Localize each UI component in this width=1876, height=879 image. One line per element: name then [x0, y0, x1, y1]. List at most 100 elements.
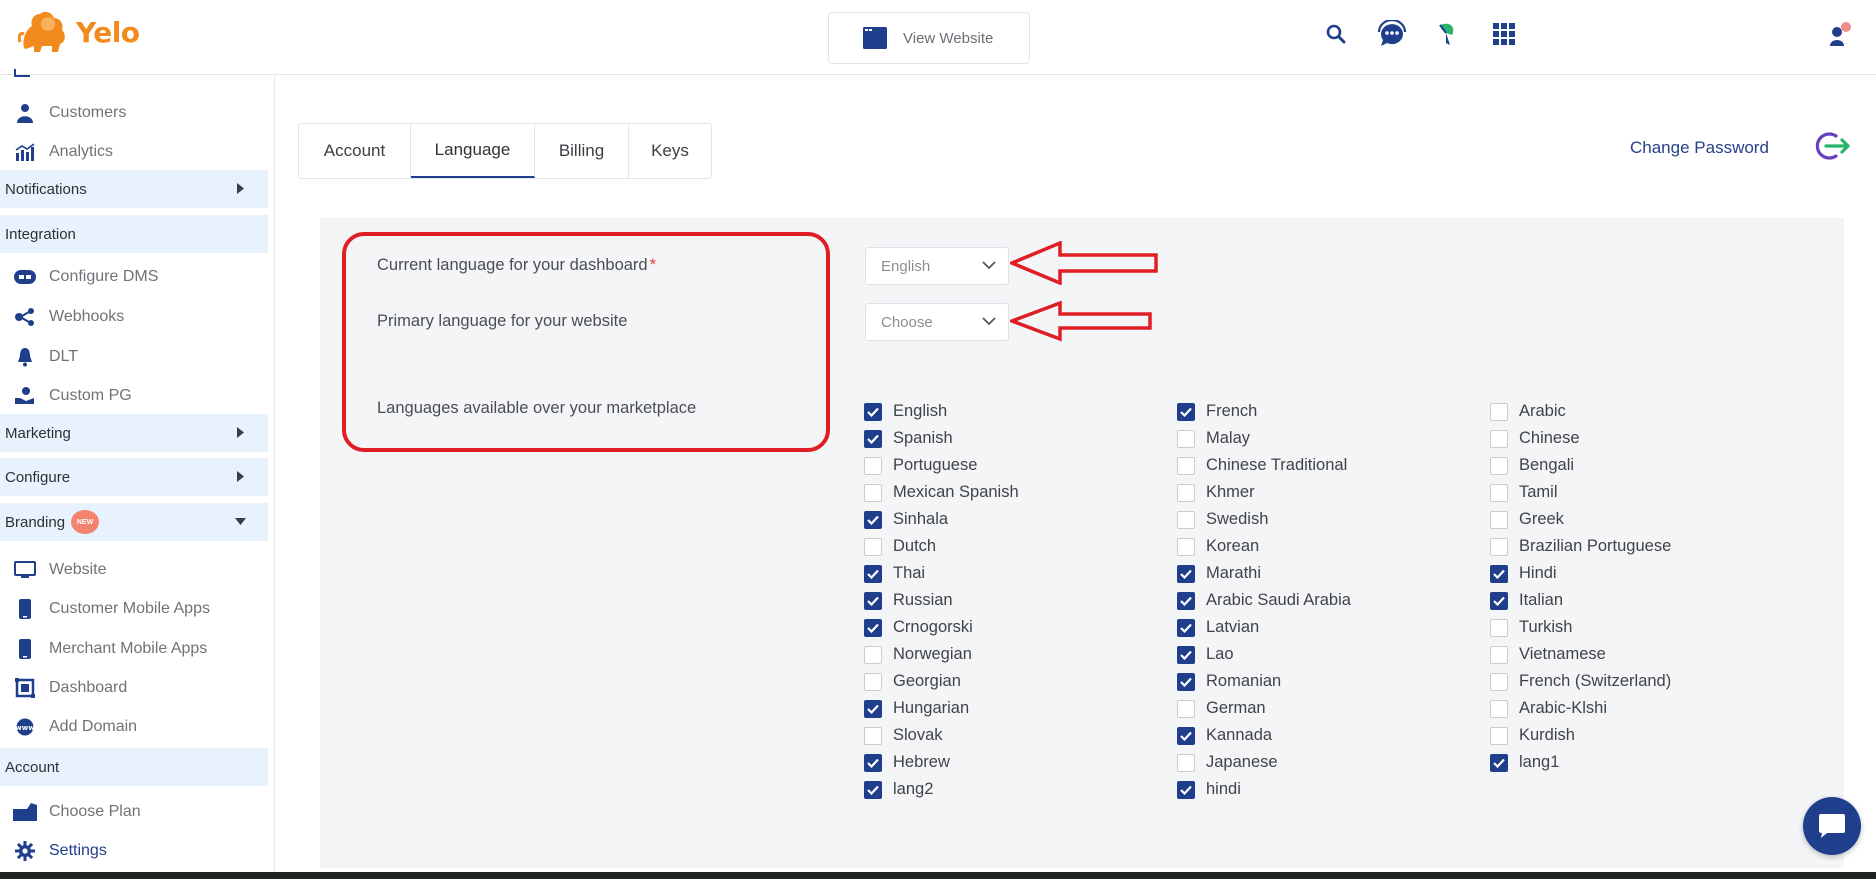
- sidebar-section-branding[interactable]: Branding NEW: [0, 503, 268, 541]
- sidebar-item-choose-plan[interactable]: Choose Plan: [0, 797, 270, 827]
- sidebar-section-notifications[interactable]: Notifications: [0, 170, 268, 208]
- language-checkbox-row[interactable]: Thai: [864, 560, 1019, 587]
- tab-language[interactable]: Language: [411, 124, 535, 178]
- language-checkbox-row[interactable]: Dutch: [864, 533, 1019, 560]
- checkbox-unchecked[interactable]: [1177, 483, 1195, 502]
- sidebar-item-dlt[interactable]: DLT: [0, 342, 270, 372]
- apps-grid-button[interactable]: [1488, 18, 1520, 50]
- language-checkbox-row[interactable]: Arabic-Klshi: [1490, 695, 1671, 722]
- language-checkbox-row[interactable]: Crnogorski: [864, 614, 1019, 641]
- checkbox-checked[interactable]: [864, 564, 882, 583]
- checkbox-checked[interactable]: [864, 510, 882, 529]
- language-checkbox-row[interactable]: Romanian: [1177, 668, 1351, 695]
- profile-button[interactable]: [1824, 18, 1856, 50]
- language-checkbox-row[interactable]: Hindi: [1490, 560, 1671, 587]
- sidebar-item-website[interactable]: Website: [0, 555, 270, 585]
- sidebar-section-marketing[interactable]: Marketing: [0, 414, 268, 452]
- language-checkbox-row[interactable]: French: [1177, 398, 1351, 425]
- language-checkbox-row[interactable]: Tamil: [1490, 479, 1671, 506]
- sidebar-section-configure[interactable]: Configure: [0, 458, 268, 496]
- language-checkbox-row[interactable]: Russian: [864, 587, 1019, 614]
- checkbox-unchecked[interactable]: [1177, 699, 1195, 718]
- language-checkbox-row[interactable]: Korean: [1177, 533, 1351, 560]
- checkbox-checked[interactable]: [864, 699, 882, 718]
- primary-language-select[interactable]: Choose: [865, 303, 1009, 341]
- growth-button[interactable]: [1431, 18, 1463, 50]
- language-checkbox-row[interactable]: Chinese Traditional: [1177, 452, 1351, 479]
- current-language-select[interactable]: English: [865, 247, 1009, 285]
- logout-button[interactable]: [1812, 130, 1852, 167]
- language-checkbox-row[interactable]: Slovak: [864, 722, 1019, 749]
- tab-keys[interactable]: Keys: [629, 124, 711, 178]
- checkbox-unchecked[interactable]: [1177, 537, 1195, 556]
- language-checkbox-row[interactable]: Norwegian: [864, 641, 1019, 668]
- sidebar-item-customers[interactable]: Customers: [0, 98, 270, 128]
- checkbox-unchecked[interactable]: [1490, 537, 1508, 556]
- checkbox-unchecked[interactable]: [1490, 510, 1508, 529]
- language-checkbox-row[interactable]: Kannada: [1177, 722, 1351, 749]
- language-checkbox-row[interactable]: French (Switzerland): [1490, 668, 1671, 695]
- checkbox-unchecked[interactable]: [864, 645, 882, 664]
- language-checkbox-row[interactable]: Brazilian Portuguese: [1490, 533, 1671, 560]
- language-checkbox-row[interactable]: Sinhala: [864, 506, 1019, 533]
- sidebar-item-customer-mobile-apps[interactable]: Customer Mobile Apps: [0, 594, 270, 624]
- checkbox-checked[interactable]: [1490, 564, 1508, 583]
- language-checkbox-row[interactable]: Bengali: [1490, 452, 1671, 479]
- language-checkbox-row[interactable]: German: [1177, 695, 1351, 722]
- checkbox-unchecked[interactable]: [864, 537, 882, 556]
- language-checkbox-row[interactable]: Khmer: [1177, 479, 1351, 506]
- language-checkbox-row[interactable]: Malay: [1177, 425, 1351, 452]
- language-checkbox-row[interactable]: Turkish: [1490, 614, 1671, 641]
- sidebar-section-account[interactable]: Account: [0, 748, 268, 786]
- checkbox-unchecked[interactable]: [1490, 402, 1508, 421]
- checkbox-checked[interactable]: [864, 753, 882, 772]
- checkbox-checked[interactable]: [1177, 645, 1195, 664]
- checkbox-unchecked[interactable]: [1177, 510, 1195, 529]
- language-checkbox-row[interactable]: Georgian: [864, 668, 1019, 695]
- checkbox-unchecked[interactable]: [864, 483, 882, 502]
- tab-billing[interactable]: Billing: [535, 124, 629, 178]
- language-checkbox-row[interactable]: Spanish: [864, 425, 1019, 452]
- checkbox-checked[interactable]: [1177, 564, 1195, 583]
- sidebar-item-analytics[interactable]: Analytics: [0, 137, 270, 167]
- checkbox-unchecked[interactable]: [1490, 672, 1508, 691]
- checkbox-checked[interactable]: [1177, 402, 1195, 421]
- search-button[interactable]: [1320, 18, 1352, 50]
- checkbox-unchecked[interactable]: [1490, 456, 1508, 475]
- checkbox-unchecked[interactable]: [1490, 483, 1508, 502]
- checkbox-checked[interactable]: [1177, 672, 1195, 691]
- sidebar-item-custom-pg[interactable]: Custom PG: [0, 381, 270, 411]
- tab-account[interactable]: Account: [299, 124, 411, 178]
- checkbox-unchecked[interactable]: [1177, 753, 1195, 772]
- language-checkbox-row[interactable]: Italian: [1490, 587, 1671, 614]
- language-checkbox-row[interactable]: Arabic: [1490, 398, 1671, 425]
- language-checkbox-row[interactable]: Hungarian: [864, 695, 1019, 722]
- checkbox-unchecked[interactable]: [1490, 618, 1508, 637]
- checkbox-unchecked[interactable]: [1490, 699, 1508, 718]
- language-checkbox-row[interactable]: Kurdish: [1490, 722, 1671, 749]
- checkbox-checked[interactable]: [1177, 726, 1195, 745]
- language-checkbox-row[interactable]: Arabic Saudi Arabia: [1177, 587, 1351, 614]
- checkbox-checked[interactable]: [864, 591, 882, 610]
- checkbox-unchecked[interactable]: [1490, 726, 1508, 745]
- checkbox-checked[interactable]: [1177, 591, 1195, 610]
- language-checkbox-row[interactable]: hindi: [1177, 776, 1351, 803]
- language-checkbox-row[interactable]: Swedish: [1177, 506, 1351, 533]
- checkbox-checked[interactable]: [864, 618, 882, 637]
- language-checkbox-row[interactable]: Vietnamese: [1490, 641, 1671, 668]
- sidebar-item-add-domain[interactable]: www Add Domain: [0, 712, 270, 742]
- checkbox-unchecked[interactable]: [864, 456, 882, 475]
- language-checkbox-row[interactable]: lang2: [864, 776, 1019, 803]
- checkbox-checked[interactable]: [1490, 753, 1508, 772]
- checkbox-checked[interactable]: [864, 429, 882, 448]
- checkbox-checked[interactable]: [1177, 618, 1195, 637]
- change-password-link[interactable]: Change Password: [1630, 138, 1769, 158]
- language-checkbox-row[interactable]: Mexican Spanish: [864, 479, 1019, 506]
- checkbox-unchecked[interactable]: [1177, 429, 1195, 448]
- checkbox-checked[interactable]: [864, 402, 882, 421]
- language-checkbox-row[interactable]: Portuguese: [864, 452, 1019, 479]
- language-checkbox-row[interactable]: Latvian: [1177, 614, 1351, 641]
- brand-logo[interactable]: Yelo: [18, 8, 140, 56]
- checkbox-checked[interactable]: [1177, 780, 1195, 799]
- language-checkbox-row[interactable]: English: [864, 398, 1019, 425]
